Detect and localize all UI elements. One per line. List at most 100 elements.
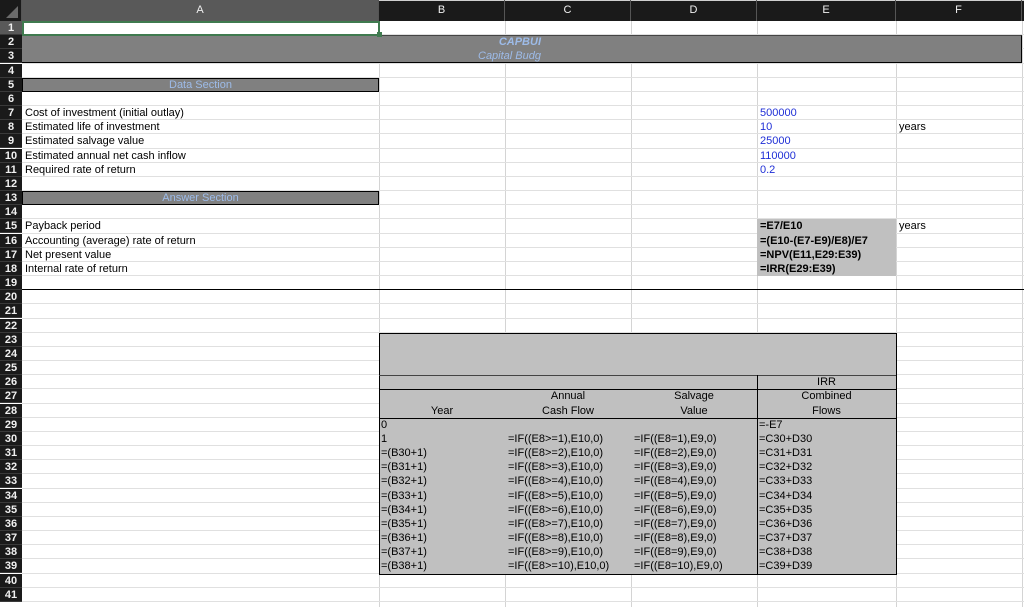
row-header-11[interactable]: 11 (0, 162, 22, 177)
row-header-19[interactable]: 19 (0, 276, 22, 291)
combined-flow-cell[interactable]: =C35+D35 (759, 503, 812, 517)
fill-handle[interactable] (377, 32, 382, 38)
column-header-d[interactable]: D (631, 0, 757, 21)
row-header-33[interactable]: 33 (0, 474, 22, 489)
row-header-22[interactable]: 22 (0, 318, 22, 333)
annual-cash-flow-cell[interactable]: =IF((E8>=5),E10,0) (508, 489, 603, 503)
combined-flow-cell[interactable]: =C30+D30 (759, 432, 812, 446)
row-header-26[interactable]: 26 (0, 375, 22, 390)
row-header-35[interactable]: 35 (0, 502, 22, 517)
salvage-value-cell[interactable]: =IF((E8=5),E9,0) (634, 489, 717, 503)
data-value-input[interactable]: 500000 (757, 106, 896, 120)
annual-cash-flow-cell[interactable]: =IF((E8>=1),E10,0) (508, 432, 603, 446)
year-cell[interactable]: =(B37+1) (381, 545, 427, 559)
row-header-37[interactable]: 37 (0, 531, 22, 546)
salvage-value-cell[interactable]: =IF((E8=2),E9,0) (634, 446, 717, 460)
column-header-c[interactable]: C (505, 0, 631, 21)
data-value-input[interactable]: 10 (757, 120, 896, 134)
select-all-button[interactable] (0, 0, 22, 21)
row-header-20[interactable]: 20 (0, 290, 22, 305)
year-cell[interactable]: =(B35+1) (381, 517, 427, 531)
row-header-36[interactable]: 36 (0, 516, 22, 531)
row-header-2[interactable]: 2 (0, 35, 22, 50)
combined-flow-cell[interactable]: =C37+D37 (759, 531, 812, 545)
combined-flow-cell[interactable]: =-E7 (759, 418, 783, 432)
column-header-f[interactable]: F (896, 0, 1022, 21)
row-header-23[interactable]: 23 (0, 332, 22, 347)
data-value-input[interactable]: 25000 (757, 134, 896, 148)
salvage-value-cell[interactable]: =IF((E8=4),E9,0) (634, 474, 717, 488)
combined-flow-cell[interactable]: =C39+D39 (759, 559, 812, 573)
year-cell[interactable]: 0 (381, 418, 387, 432)
row-header-25[interactable]: 25 (0, 361, 22, 376)
salvage-value-cell[interactable]: =IF((E8=8),E9,0) (634, 531, 717, 545)
combined-flow-cell[interactable]: =C36+D36 (759, 517, 812, 531)
annual-cash-flow-cell[interactable]: =IF((E8>=9),E10,0) (508, 545, 603, 559)
row-header-38[interactable]: 38 (0, 545, 22, 560)
row-header-41[interactable]: 41 (0, 587, 22, 602)
row-header-24[interactable]: 24 (0, 346, 22, 361)
row-header-31[interactable]: 31 (0, 446, 22, 461)
year-cell[interactable]: 1 (381, 432, 387, 446)
row-header-39[interactable]: 39 (0, 559, 22, 574)
column-header-b[interactable]: B (379, 0, 505, 21)
salvage-value-cell[interactable]: =IF((E8=10),E9,0) (634, 559, 723, 573)
annual-cash-flow-cell[interactable]: =IF((E8>=4),E10,0) (508, 474, 603, 488)
row-header-8[interactable]: 8 (0, 120, 22, 135)
row-header-17[interactable]: 17 (0, 247, 22, 262)
answer-formula-cell[interactable]: =IRR(E29:E39) (757, 262, 896, 276)
year-cell[interactable]: =(B30+1) (381, 446, 427, 460)
row-header-28[interactable]: 28 (0, 403, 22, 418)
data-value-input[interactable]: 0.2 (757, 163, 896, 177)
annual-cash-flow-cell[interactable]: =IF((E8>=6),E10,0) (508, 503, 603, 517)
row-header-18[interactable]: 18 (0, 261, 22, 276)
salvage-value-cell[interactable]: =IF((E8=1),E9,0) (634, 432, 717, 446)
year-cell[interactable]: =(B31+1) (381, 460, 427, 474)
column-header-a[interactable]: A (22, 0, 379, 21)
answer-formula-cell[interactable]: =(E10-(E7-E9)/E8)/E7 (757, 234, 896, 248)
combined-flow-cell[interactable]: =C32+D32 (759, 460, 812, 474)
row-header-29[interactable]: 29 (0, 417, 22, 432)
year-cell[interactable]: =(B32+1) (381, 474, 427, 488)
row-header-27[interactable]: 27 (0, 389, 22, 404)
salvage-value-cell[interactable]: =IF((E8=7),E9,0) (634, 517, 717, 531)
row-header-34[interactable]: 34 (0, 488, 22, 503)
row-header-14[interactable]: 14 (0, 205, 22, 220)
row-header-4[interactable]: 4 (0, 63, 22, 78)
answer-formula-cell[interactable]: =E7/E10 (757, 219, 896, 233)
salvage-value-cell[interactable]: =IF((E8=6),E9,0) (634, 503, 717, 517)
row-header-3[interactable]: 3 (0, 49, 22, 64)
answer-formula-cell[interactable]: =NPV(E11,E29:E39) (757, 248, 896, 262)
year-cell[interactable]: =(B34+1) (381, 503, 427, 517)
row-header-13[interactable]: 13 (0, 191, 22, 206)
combined-flow-cell[interactable]: =C33+D33 (759, 474, 812, 488)
combined-flow-cell[interactable]: =C34+D34 (759, 489, 812, 503)
row-header-32[interactable]: 32 (0, 460, 22, 475)
row-header-1[interactable]: 1 (0, 21, 22, 35)
row-header-12[interactable]: 12 (0, 176, 22, 191)
row-header-6[interactable]: 6 (0, 91, 22, 106)
column-header-e[interactable]: E (757, 0, 896, 21)
combined-flow-cell[interactable]: =C38+D38 (759, 545, 812, 559)
year-cell[interactable]: =(B33+1) (381, 489, 427, 503)
row-header-9[interactable]: 9 (0, 134, 22, 149)
row-header-7[interactable]: 7 (0, 106, 22, 121)
row-header-10[interactable]: 10 (0, 148, 22, 163)
annual-cash-flow-cell[interactable]: =IF((E8>=7),E10,0) (508, 517, 603, 531)
annual-cash-flow-cell[interactable]: =IF((E8>=3),E10,0) (508, 460, 603, 474)
data-value-input[interactable]: 110000 (757, 149, 896, 163)
year-cell[interactable]: =(B36+1) (381, 531, 427, 545)
row-header-30[interactable]: 30 (0, 431, 22, 446)
annual-cash-flow-cell[interactable]: =IF((E8>=2),E10,0) (508, 446, 603, 460)
salvage-value-cell[interactable]: =IF((E8=3),E9,0) (634, 460, 717, 474)
row-header-16[interactable]: 16 (0, 233, 22, 248)
year-cell[interactable]: =(B38+1) (381, 559, 427, 573)
annual-cash-flow-cell[interactable]: =IF((E8>=8),E10,0) (508, 531, 603, 545)
annual-cash-flow-cell[interactable]: =IF((E8>=10),E10,0) (508, 559, 609, 573)
salvage-value-cell[interactable]: =IF((E8=9),E9,0) (634, 545, 717, 559)
row-header-5[interactable]: 5 (0, 77, 22, 92)
row-header-15[interactable]: 15 (0, 219, 22, 234)
row-header-40[interactable]: 40 (0, 573, 22, 588)
selected-cell-a1[interactable] (22, 21, 380, 37)
row-header-21[interactable]: 21 (0, 304, 22, 319)
